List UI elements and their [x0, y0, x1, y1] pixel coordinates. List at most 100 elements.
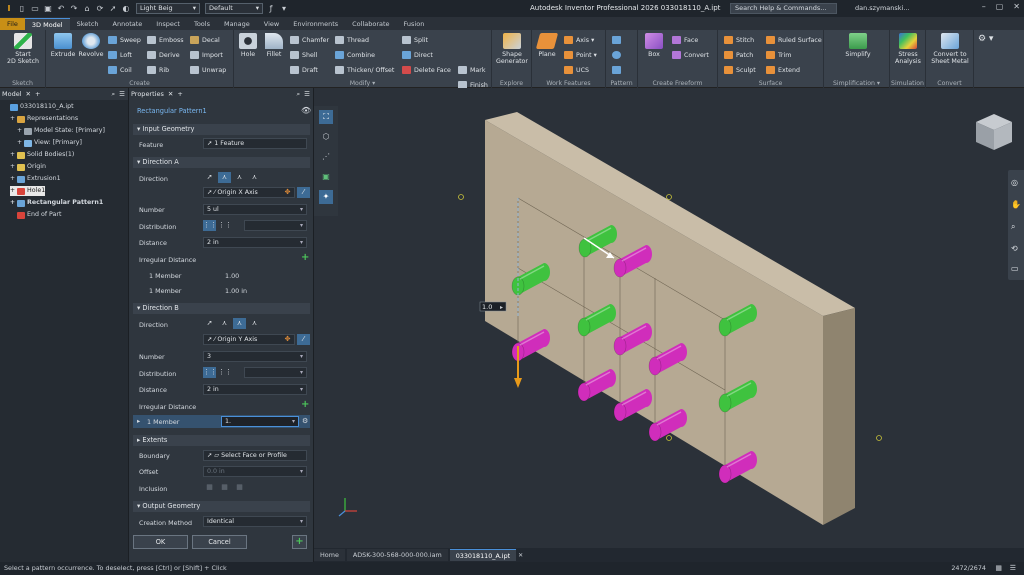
expand-plus-icon[interactable]: + [10, 186, 15, 196]
plane-button[interactable]: Plane [534, 33, 560, 58]
ribbon-options-icon[interactable]: ⚙ ▾ [978, 34, 993, 44]
revolve-button[interactable]: Revolve [77, 33, 105, 58]
loft-button[interactable]: Loft [108, 51, 132, 59]
close-tab-icon[interactable]: ✕ [518, 552, 523, 559]
settings-icon[interactable]: ⚙ [302, 417, 308, 425]
material-icon[interactable]: ◐ [121, 4, 131, 13]
fx-parameters-icon[interactable]: ƒ [266, 4, 276, 13]
select-direction-icon[interactable]: ➚ [203, 172, 216, 183]
distribution-a-dropdown[interactable] [244, 220, 307, 231]
flip-opposite-icon[interactable]: ⋏ [233, 318, 246, 329]
symmetric-direction-icon[interactable]: ⋏ [248, 318, 261, 329]
ribbon-tab-3d-model[interactable]: 3D Model [24, 18, 70, 30]
patch-button[interactable]: Patch [724, 51, 753, 59]
close-icon[interactable]: ✕ [168, 90, 173, 98]
hole-button[interactable]: Hole [236, 33, 260, 58]
ucs-button[interactable]: UCS [564, 66, 589, 74]
creation-method-dropdown[interactable]: Identical [203, 516, 307, 527]
fit-icon[interactable]: ⋮⋮ [218, 220, 232, 231]
menu-icon[interactable]: ☰ [304, 90, 310, 98]
derive-button[interactable]: Derive [147, 51, 180, 59]
coil-button[interactable]: Coil [108, 66, 132, 74]
select-direction-icon[interactable]: ➚ [203, 318, 216, 329]
ribbon-tab-collaborate[interactable]: Collaborate [345, 18, 396, 30]
select-edges-icon[interactable]: ⋰ [319, 150, 333, 164]
inclusion-option-icon[interactable]: ▦ [218, 482, 231, 493]
redo-icon[interactable]: ↷ [69, 4, 79, 13]
rib-button[interactable]: Rib [147, 66, 169, 74]
expand-plus-icon[interactable]: + [10, 114, 15, 124]
block-side-face[interactable] [823, 308, 855, 525]
stitch-button[interactable]: Stitch [724, 36, 754, 44]
ribbon-tab-inspect[interactable]: Inspect [149, 18, 187, 30]
tree-item[interactable]: + Origin [10, 162, 46, 172]
extrude-button[interactable]: Extrude [50, 33, 76, 58]
expand-plus-icon[interactable]: + [10, 150, 15, 160]
search-input[interactable]: Search Help & Commands... [730, 3, 837, 14]
apply-add-button[interactable]: + [292, 535, 307, 549]
select-bodies-icon[interactable]: ▣ [319, 170, 333, 184]
ribbon-tab-environments[interactable]: Environments [286, 18, 345, 30]
dimension-tag[interactable]: 1.0 ▸ [479, 301, 507, 312]
orbit-icon[interactable]: ⟲ [1011, 244, 1018, 253]
flip-direction-icon[interactable]: ⋏ [218, 318, 231, 329]
tree-item[interactable]: + Hole1 [10, 186, 46, 196]
emboss-button[interactable]: Emboss [147, 36, 184, 44]
sweep-button[interactable]: Sweep [108, 36, 141, 44]
customize-icon[interactable]: ▾ [279, 4, 289, 13]
spacing-icon[interactable]: ⋮⋮ [203, 220, 217, 231]
add-icon[interactable]: + [35, 90, 40, 98]
convert-sheet-metal-button[interactable]: Convert to Sheet Metal [928, 33, 972, 65]
draft-button[interactable]: Draft [290, 66, 318, 74]
section-direction-a[interactable]: ▾ Direction A [133, 157, 310, 168]
start-sketch-button[interactable]: Start 2D Sketch [4, 33, 42, 65]
search-icon[interactable]: ⌕ [297, 90, 301, 99]
extend-button[interactable]: Extend [766, 66, 800, 74]
ruled-surface-button[interactable]: Ruled Surface [766, 36, 822, 44]
ribbon-tab-sketch[interactable]: Sketch [70, 18, 106, 30]
undo-icon[interactable]: ↶ [56, 4, 66, 13]
tree-item[interactable]: + Representations [10, 114, 78, 124]
feature-select-field[interactable]: ➚ 1 Feature [203, 138, 307, 149]
menu-icon[interactable]: ☰ [1010, 562, 1016, 575]
inclusion-option-icon[interactable]: ▦ [233, 482, 246, 493]
tree-item[interactable]: + View: [Primary] [17, 138, 82, 148]
member-a1-value[interactable]: 1.00 [225, 272, 239, 280]
add-irregular-b-icon[interactable]: + [301, 400, 309, 410]
direct-button[interactable]: Direct [402, 51, 433, 59]
select-filter-icon[interactable]: ⛶ [319, 110, 333, 124]
update-icon[interactable]: ⟳ [95, 4, 105, 13]
delete-face-button[interactable]: Delete Face [402, 66, 451, 74]
ribbon-tab-view[interactable]: View [257, 18, 286, 30]
zoom-icon[interactable]: ⌕ [1011, 222, 1015, 232]
add-irregular-a-icon[interactable]: + [301, 253, 309, 263]
user-account[interactable]: dan.szymanski... [855, 4, 910, 12]
style-dropdown[interactable]: Default ▾ [205, 3, 263, 14]
fit-icon[interactable]: ⋮⋮ [218, 367, 232, 378]
menu-icon[interactable]: ☰ [119, 90, 125, 98]
tree-item[interactable]: End of Part [10, 210, 61, 220]
tree-item[interactable]: + Rectangular Pattern1 [10, 198, 103, 208]
save-icon[interactable]: ▣ [43, 4, 53, 13]
close-icon[interactable]: ✕ [1013, 2, 1020, 11]
expand-plus-icon[interactable]: + [17, 138, 22, 148]
open-folder-icon[interactable]: ▭ [30, 4, 40, 13]
expand-plus-icon[interactable]: + [10, 198, 15, 208]
boundary-field[interactable]: ➚ ▱ Select Face or Profile [203, 450, 307, 461]
section-input-geometry[interactable]: ▾ Input Geometry [133, 124, 310, 135]
axis-button[interactable]: Axis ▾ [564, 36, 594, 44]
symmetric-direction-icon[interactable]: ⋏ [248, 172, 261, 183]
box-button[interactable]: Box [640, 33, 668, 58]
measure-icon[interactable]: ⁄ [297, 334, 310, 345]
thread-button[interactable]: Thread [335, 36, 369, 44]
section-output-geometry[interactable]: ▾ Output Geometry [133, 501, 310, 512]
sculpt-button[interactable]: Sculpt [724, 66, 756, 74]
ribbon-tab-file[interactable]: File [0, 18, 25, 30]
rectangular-pattern-button[interactable] [612, 36, 621, 44]
steering-wheel-icon[interactable]: ◎ [1011, 178, 1018, 187]
spacing-icon[interactable]: ⋮⋮ [203, 367, 217, 378]
select-features-icon[interactable]: ✦ [319, 190, 333, 204]
member-b1-row[interactable]: ▸ 1 Member 1. ⚙ [133, 415, 310, 428]
feature-name-field[interactable]: Rectangular Pattern1 [137, 107, 207, 115]
simplify-button[interactable]: Simplify [838, 33, 878, 58]
